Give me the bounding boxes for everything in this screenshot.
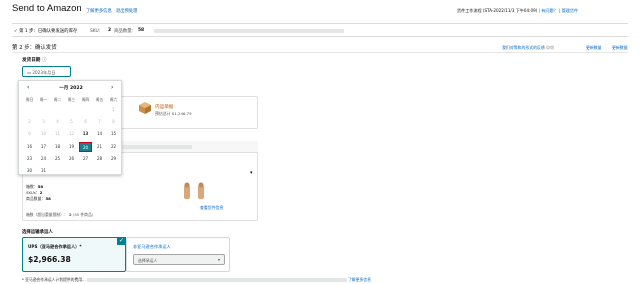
ship-date-label: 发货日期 ⓘ [22,57,47,63]
calendar-day[interactable]: 14 [93,129,106,139]
calendar-day[interactable]: 4 [51,117,64,127]
calendar-weekday: 周六 [109,97,118,102]
calendar-day[interactable]: 6 [79,117,92,127]
calendar-month: 一月 2022 [59,86,83,91]
calendar-weekday: 周五 [95,97,104,102]
calendar-day[interactable]: 11 [51,129,64,139]
step2-title: 第 2 步：确认发货 [12,45,57,51]
calendar-day[interactable]: 3 [37,117,50,127]
learn-more-link[interactable]: 了解更多信息 [86,8,112,14]
calendar-day[interactable]: 17 [37,142,50,152]
calendar-day-selected[interactable]: 20 [79,141,92,152]
footer-note-text: * 亚马逊合作承运人计划提供的费用... [22,277,86,282]
ups-carrier-price: $2,966.38 [28,255,71,264]
carrier-select[interactable]: 选择承运人 ▾ [133,254,225,265]
calendar-weekday: 周三 [67,97,76,102]
calendar-day[interactable]: 29 [107,154,120,164]
step1-sku-label: SKU： [90,29,104,34]
calendar-weekday: 周一 [39,97,48,102]
boxes-value: 58 [37,184,44,189]
help-question-link[interactable]: 有问题？ [541,8,557,13]
calendar-day[interactable]: 9 [23,129,36,139]
calendar-day[interactable]: 12 [65,129,78,139]
chevron-right-icon[interactable]: › [111,84,113,91]
units-value: 58 [45,196,51,201]
calendar-weekday: 周二 [53,97,62,102]
box-count-value: 2 [68,212,72,217]
exit-link[interactable]: 退出预处理 [116,8,137,14]
feedback-link[interactable]: 我们对等和的形式的反馈 ☺☹ [502,45,554,51]
calendar-day[interactable]: 21 [93,142,106,152]
footer-learn-more-link[interactable]: 了解更多信息 [348,277,371,282]
calendar-day[interactable]: 27 [79,154,92,164]
manage-shipments-link[interactable]: 管理货件 [562,8,578,13]
calendar-day[interactable]: 1 [107,105,120,115]
boxes-label: 箱数： [26,184,38,189]
step1-units-label: 商品数量： [114,29,136,34]
units-row: 商品数量：58 [26,196,51,202]
skus-label: SKUs： [26,190,40,195]
calendar-icon: ▭ [27,70,31,75]
calendar-day[interactable]: 25 [51,154,64,164]
calendar-weekday: 周四 [81,97,90,102]
info-icon[interactable]: ⓘ [42,58,47,63]
box-count-text: 箱数（超出重量限制）： 2 (55 件商品) [26,212,93,218]
calendar-day[interactable]: 13 [79,129,92,139]
date-picker-calendar: ‹ 一月 2022 › 周日 周一 周二 周三 周四 周五 周六 1 2 3 4 5 6 7 8 9 10 11 1… [18,80,122,175]
step1-label: ✓ 第 1 步：已确认要发送的库存 [14,29,78,34]
page-title: Send to Amazon [12,3,82,14]
step1-units-value: 58 [138,28,145,33]
box-count-suffix: (55 件商品) [72,212,94,217]
ship-date-label-text: 发货日期 [22,58,41,63]
ship-date-value: 2023年月日 [32,70,56,75]
ship-date-input[interactable]: ▭ 2023年月日 [22,66,71,77]
calendar-weekday: 周日 [25,97,34,102]
calendar-day[interactable]: 24 [37,154,50,164]
update-quantity-link[interactable]: 更新数量 [586,45,602,51]
frown-icon[interactable]: ☹ [550,45,554,50]
box-count-label: 箱数（超出重量限制）： [26,212,68,217]
non-partnered-carrier-option[interactable]: 非亚马逊合作承运人 选择承运人 ▾ [126,237,230,272]
skus-value: 2 [39,190,43,195]
inbound-docs-label[interactable]: 内运单据 [155,104,173,110]
footer-note: * 亚马逊合作承运人计划提供的费用... 了解更多信息 [22,277,371,283]
workflow-label: 货件工作流程 (STA-2022/11/3 下午04:09) [457,8,538,13]
chevron-down-icon: ▾ [217,257,220,262]
units-label: 商品数量： [26,196,46,201]
calendar-day[interactable]: 22 [107,142,120,152]
step1-redacted [154,29,344,35]
feedback-link-label: 我们对等和的形式的反馈 [502,45,545,50]
calendar-day[interactable]: 31 [37,166,50,176]
check-icon: ✓ [117,237,126,245]
step1-summary-bar: ✓ 第 1 步：已确认要发送的库存 SKU： 2 商品数量： 58 [12,23,628,37]
calendar-day[interactable]: 2 [23,117,36,127]
estimated-total: 预估总计 $1,246.79 [155,111,192,116]
non-partnered-carrier-name: 非亚马逊合作承运人 [133,244,171,249]
product-image [180,182,210,202]
calendar-day[interactable]: 18 [51,142,64,152]
carrier-label: 选择运输承运人 [22,230,53,235]
calendar-day[interactable]: 8 [107,117,120,127]
chevron-down-icon[interactable]: ▾ [250,170,253,176]
package-icon [137,101,153,117]
view-shipment-contents-link[interactable]: 查看货件信息 [200,205,223,211]
calendar-day[interactable]: 16 [23,142,36,152]
calendar-day[interactable]: 23 [23,154,36,164]
step2-header: 第 2 步：确认发货 我们对等和的形式的反馈 ☺☹ 更新数量 更新数据 [12,41,628,53]
ups-carrier-name: UPS（亚马逊合作承运人）* [28,244,82,249]
carrier-select-value: 选择承运人 [138,258,158,263]
header-right: 货件工作流程 (STA-2022/11/3 下午04:09) | 有问题？ | … [457,8,579,13]
update-data-link[interactable]: 更新数据 [612,45,628,51]
calendar-day[interactable]: 5 [65,117,78,127]
step1-sku-value: 2 [108,28,112,33]
calendar-day[interactable]: 19 [65,142,78,152]
calendar-day[interactable]: 15 [107,129,120,139]
calendar-day[interactable]: 10 [37,129,50,139]
calendar-day[interactable]: 7 [93,117,106,127]
ups-carrier-option[interactable]: ✓ UPS（亚马逊合作承运人）* $2,966.38 [22,237,126,272]
calendar-day[interactable]: 26 [65,154,78,164]
calendar-day[interactable]: 28 [93,154,106,164]
calendar-day[interactable]: 30 [23,166,36,176]
